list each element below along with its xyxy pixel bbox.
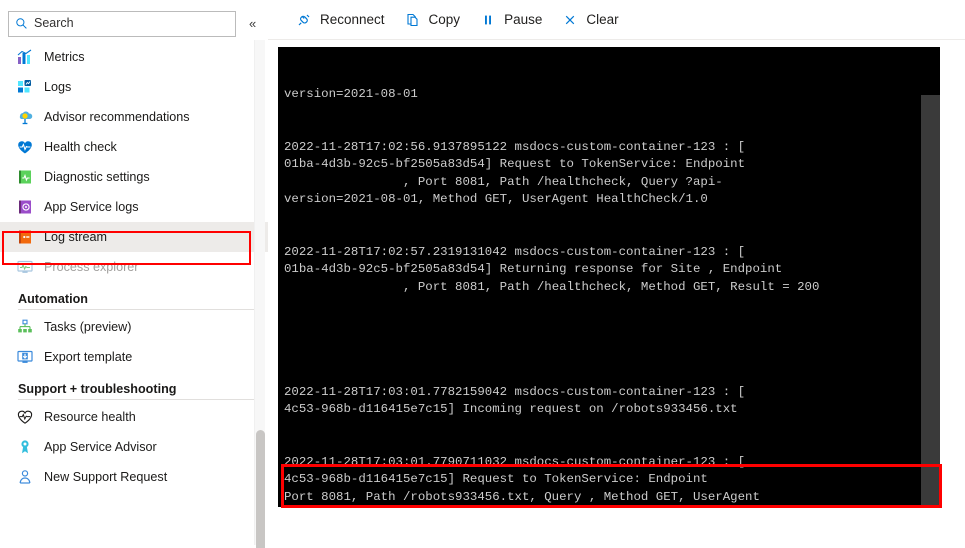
sidebar-item-logs[interactable]: Logs (0, 72, 268, 102)
resource-health-icon (17, 410, 33, 424)
plug-icon (298, 14, 310, 25)
sidebar-item-diagnostic-settings[interactable]: Diagnostic settings (0, 162, 268, 192)
sidebar-item-tasks-preview[interactable]: Tasks (preview) (0, 312, 268, 342)
log-stream-toolbar: Reconnect Copy Pause Clear (268, 0, 965, 40)
log-stream-icon (19, 230, 31, 244)
sidebar-scrollbar[interactable] (254, 40, 265, 548)
metrics-icon (17, 49, 32, 64)
process-explorer-icon (17, 260, 33, 273)
sidebar-item-log-stream[interactable]: Log stream (0, 222, 268, 252)
diagnostic-settings-icon (19, 170, 31, 184)
sidebar-item-label: Resource health (44, 410, 136, 424)
console-scrollbar[interactable] (921, 95, 940, 507)
sidebar-section-support-title: Support + troubleshooting (18, 382, 177, 396)
pause-icon (485, 15, 492, 24)
search-input[interactable]: Search (8, 10, 236, 37)
tasks-icon (18, 319, 32, 333)
sidebar-item-new-support-request[interactable]: New Support Request (0, 462, 268, 492)
sidebar-item-label: Metrics (44, 50, 85, 64)
advisor-icon (19, 111, 33, 125)
sidebar-item-app-service-advisor[interactable]: App Service Advisor (0, 432, 268, 462)
log-stream-panel: Reconnect Copy Pause Clear version=2021-… (268, 0, 965, 548)
export-template-icon (17, 350, 33, 363)
sidebar-item-label: Export template (44, 350, 133, 364)
sidebar-search-row: Search « (0, 0, 268, 40)
close-icon (566, 15, 575, 24)
section-divider (18, 309, 254, 310)
sidebar-item-metrics[interactable]: Metrics (0, 42, 268, 72)
clear-label: Clear (586, 12, 619, 27)
sidebar-item-label: Health check (44, 140, 117, 154)
sidebar-item-label: New Support Request (44, 470, 168, 484)
sidebar-item-resource-health[interactable]: Resource health (0, 402, 268, 432)
reconnect-button[interactable]: Reconnect (286, 5, 395, 35)
log-console-text: version=2021-08-01 2022-11-28T17:02:56.9… (278, 47, 940, 507)
new-support-request-icon (19, 470, 31, 484)
sidebar-item-label: Advisor recommendations (44, 110, 190, 124)
sidebar-nav-list: Metrics Logs Advisor recommendations Hea… (0, 40, 268, 492)
copy-label: Copy (428, 12, 461, 27)
search-icon (16, 18, 27, 29)
search-placeholder: Search (34, 16, 74, 31)
app-service-logs-icon (19, 200, 31, 214)
collapse-sidebar-button[interactable]: « (246, 15, 259, 32)
sidebar-item-label: Logs (44, 80, 72, 94)
sidebar-item-health-check[interactable]: Health check (0, 132, 268, 162)
log-spacer (284, 331, 940, 349)
sidebar-scrollbar-thumb[interactable] (256, 430, 265, 548)
copy-button[interactable]: Copy (395, 5, 471, 35)
log-stream-page: Search « Metrics Logs Advisor recommenda… (0, 0, 965, 548)
logs-icon (18, 80, 31, 93)
log-line-clipped: version=2021-08-01 (284, 87, 418, 101)
app-service-advisor-icon (21, 440, 29, 454)
sidebar-item-process-explorer[interactable]: Process explorer (0, 252, 268, 282)
health-check-icon (18, 141, 32, 154)
sidebar-item-export-template[interactable]: Export template (0, 342, 268, 372)
log-block: 2022-11-28T17:02:56.9137895122 msdocs-cu… (284, 139, 746, 207)
sidebar-item-advisor-recommendations[interactable]: Advisor recommendations (0, 102, 268, 132)
sidebar-section-automation-title: Automation (18, 292, 88, 306)
sidebar-item-label: Tasks (preview) (44, 320, 132, 334)
log-block: 2022-11-28T17:03:01.7782159042 msdocs-cu… (284, 384, 746, 417)
sidebar-item-label: Process explorer (44, 260, 139, 274)
log-block: 2022-11-28T17:02:57.2319131042 msdocs-cu… (284, 244, 820, 294)
sidebar-item-label: Diagnostic settings (44, 170, 150, 184)
sidebar-item-app-service-logs[interactable]: App Service logs (0, 192, 268, 222)
pause-button[interactable]: Pause (470, 5, 552, 35)
reconnect-label: Reconnect (320, 12, 385, 27)
pause-label: Pause (504, 12, 543, 27)
sidebar-item-label: App Service logs (44, 200, 139, 214)
copy-icon (406, 13, 418, 26)
resource-sidebar: Search « Metrics Logs Advisor recommenda… (0, 0, 268, 548)
section-divider (18, 399, 254, 400)
log-block: 2022-11-28T17:03:01.7790711032 msdocs-cu… (284, 454, 760, 504)
clear-button[interactable]: Clear (552, 5, 628, 35)
sidebar-item-label: Log stream (44, 230, 107, 244)
log-console[interactable]: version=2021-08-01 2022-11-28T17:02:56.9… (278, 47, 940, 507)
sidebar-item-label: App Service Advisor (44, 440, 157, 454)
